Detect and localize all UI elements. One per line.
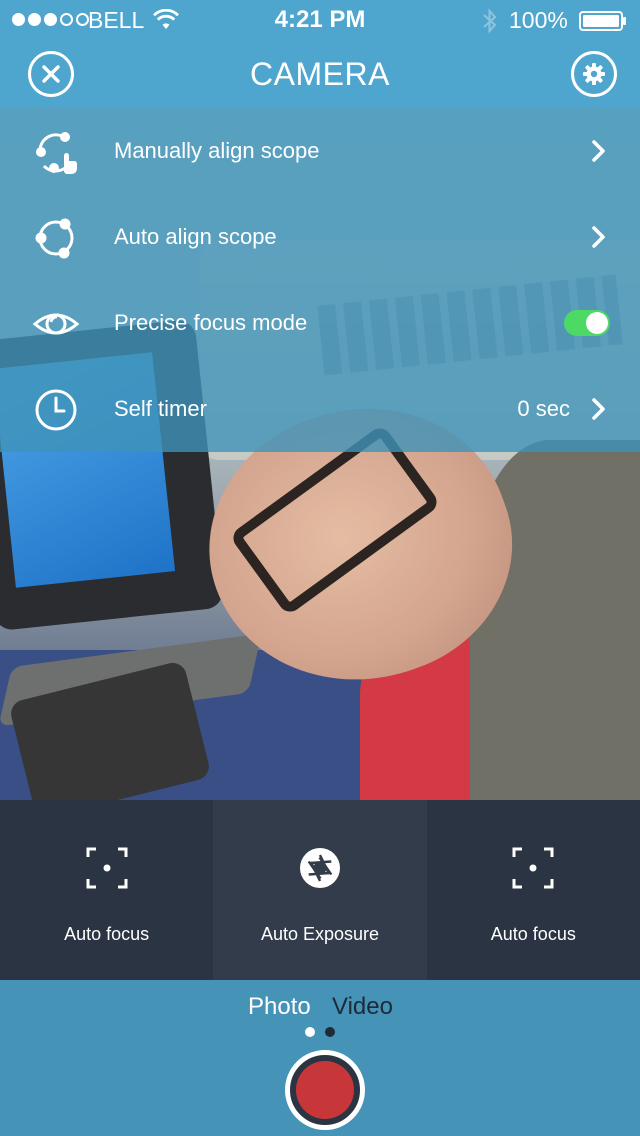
precise-focus-toggle[interactable] (564, 310, 610, 336)
app-header: CAMERA (0, 40, 640, 108)
eye-icon (32, 313, 80, 335)
focus-icon (512, 847, 554, 889)
record-button[interactable] (285, 1050, 365, 1130)
menu-item-label: Self timer (114, 396, 207, 421)
auto-focus-control[interactable]: Auto focus (0, 800, 213, 980)
record-icon (296, 1061, 354, 1119)
menu-item-auto-align-scope[interactable]: Auto align scope (0, 194, 640, 280)
auto-focus-control[interactable]: Auto focus (427, 800, 640, 980)
camera-settings-menu: Manually align scope Auto align scope Pr… (0, 108, 640, 452)
manual-align-icon (36, 132, 77, 174)
focus-icon (86, 847, 128, 889)
camera-screen: BELL 4:21 PM 100% CAMERA Manually align … (0, 0, 640, 1136)
menu-item-label: Auto align scope (114, 224, 277, 249)
auto-exposure-control[interactable]: Auto Exposure (213, 800, 427, 980)
auto-align-icon (35, 218, 74, 259)
capture-bar: Photo Video (0, 980, 640, 1136)
camera-controls: Auto focus Auto Exposure Auto focus (0, 800, 640, 980)
bluetooth-icon (483, 8, 497, 34)
gear-icon (583, 63, 605, 85)
page-dot (325, 1027, 335, 1037)
menu-item-manually-align-scope[interactable]: Manually align scope (0, 108, 640, 194)
page-title: CAMERA (250, 56, 390, 92)
menu-item-self-timer[interactable]: Self timer 0 sec (0, 366, 640, 452)
battery-icon (579, 11, 626, 31)
toggle-knob (586, 312, 608, 334)
status-bar: BELL 4:21 PM 100% (0, 0, 640, 40)
self-timer-value: 0 sec (517, 396, 570, 421)
control-label: Auto focus (64, 924, 150, 944)
chevron-right-icon (592, 398, 605, 420)
chevron-right-icon (592, 226, 605, 248)
menu-item-precise-focus-mode: Precise focus mode (0, 280, 640, 366)
page-indicator (0, 1027, 640, 1037)
chevron-right-icon (592, 140, 605, 162)
battery-percentage: 100% (509, 7, 568, 33)
aperture-icon (299, 848, 340, 888)
control-label: Auto Exposure (260, 924, 380, 944)
menu-item-label: Precise focus mode (114, 310, 308, 335)
menu-item-label: Manually align scope (114, 138, 320, 163)
mode-photo[interactable]: Photo (248, 992, 311, 1022)
clock-icon (35, 389, 77, 431)
mode-video[interactable]: Video (332, 992, 393, 1022)
control-label: Auto focus (490, 924, 576, 944)
page-dot-active (305, 1027, 315, 1037)
settings-button[interactable] (571, 51, 617, 97)
